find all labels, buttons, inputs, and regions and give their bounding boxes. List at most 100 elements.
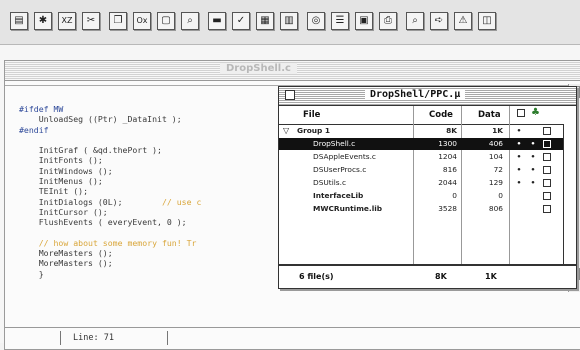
file-name: Group 1	[297, 126, 331, 135]
compile-button[interactable]: ▬	[208, 12, 226, 30]
file-name: DropShell.c	[313, 139, 356, 148]
code-line: #endif	[19, 124, 49, 135]
copy-button[interactable]: ❐	[109, 12, 127, 30]
warning-button[interactable]: ⚠	[454, 12, 472, 30]
editor-titlebar[interactable]: DropShell.c	[5, 61, 580, 81]
make-button[interactable]: ▦	[256, 12, 274, 30]
data-size: 0	[498, 191, 503, 200]
file-row[interactable]: DropShell.c 1300 406 • •	[279, 138, 563, 150]
file-name: DSAppleEvents.c	[313, 152, 376, 161]
debug-marker[interactable]: •	[515, 177, 523, 189]
disclosure-triangle-icon[interactable]: ▽	[283, 125, 289, 137]
file-name: DSUserProcs.c	[313, 165, 367, 174]
total-code: 8K	[435, 272, 447, 281]
header-file[interactable]: File	[303, 110, 320, 120]
code-line: TEInit ();	[19, 186, 89, 197]
debug-marker[interactable]: •	[515, 138, 523, 150]
project-titlebar[interactable]: DropShell/PPC.μ	[279, 87, 576, 106]
project-vertical-scrollbar[interactable]	[563, 124, 576, 264]
data-size: 806	[488, 204, 503, 213]
header-data[interactable]: Data	[478, 110, 501, 120]
target-marker[interactable]: •	[529, 177, 537, 189]
code-size: 816	[442, 165, 457, 174]
debug-marker[interactable]: •	[515, 164, 523, 176]
file-popup-icon[interactable]	[543, 140, 551, 148]
header-icon: ▣	[359, 15, 369, 26]
debug-button[interactable]: ✱	[34, 12, 52, 30]
save-button[interactable]: ▤	[10, 12, 28, 30]
header-code[interactable]: Code	[429, 110, 453, 120]
run-icon: ◎	[311, 15, 321, 26]
paste-button[interactable]: Ox	[133, 12, 151, 30]
target-checkbox-icon[interactable]	[517, 109, 525, 117]
code-size: 1300	[438, 139, 457, 148]
run-button[interactable]: ◎	[307, 12, 325, 30]
window-icon: ◫	[482, 15, 492, 26]
data-size: 104	[488, 152, 503, 161]
data-size: 129	[488, 178, 503, 187]
header-button[interactable]: ▣	[355, 12, 373, 30]
file-popup-icon[interactable]	[543, 166, 551, 174]
code-line: InitDialogs (0L); // use c	[19, 196, 202, 207]
file-count: 6 file(s)	[299, 272, 334, 281]
source-code[interactable]: #ifdef MW UnloadSeg ((Ptr) _DataInit ); …	[19, 104, 201, 279]
file-popup-icon[interactable]	[543, 127, 551, 135]
file-list-icon: ☰	[335, 15, 345, 26]
code-size: 0	[452, 191, 457, 200]
code-line: FlushEvents ( everyEvent, 0 );	[19, 217, 187, 228]
scissors-button[interactable]: ✂	[82, 12, 100, 30]
file-name: InterfaceLib	[313, 191, 364, 200]
code-size: 1204	[438, 152, 457, 161]
project-title: DropShell/PPC.μ	[365, 89, 466, 100]
print-button[interactable]: ⎙	[379, 12, 397, 30]
debug-marker[interactable]: •	[515, 125, 523, 137]
copy-icon: ❐	[113, 15, 123, 26]
debug-marker[interactable]: •	[515, 151, 523, 163]
file-row[interactable]: DSUserProcs.c 816 72 • •	[279, 164, 563, 176]
arrow-button[interactable]: ➪	[430, 12, 448, 30]
check-syntax-button[interactable]: ✓	[232, 12, 250, 30]
window-button[interactable]: ◫	[478, 12, 496, 30]
code-line: InitFonts ();	[19, 155, 103, 166]
file-row[interactable]: DSAppleEvents.c 1204 104 • •	[279, 151, 563, 163]
file-row[interactable]: InterfaceLib 0 0	[279, 190, 563, 202]
group-row[interactable]: ▽ Group 1 8K 1K •	[279, 125, 563, 137]
cut-icon: XZ	[61, 16, 73, 25]
bring-up-to-date-button[interactable]: ▥	[280, 12, 298, 30]
code-line: InitMenus ();	[19, 176, 103, 187]
target-marker[interactable]: •	[529, 164, 537, 176]
project-file-list: ▽ Group 1 8K 1K • DropShell.c 1300 406 • • DSApple…	[279, 125, 563, 265]
print-icon: ⎙	[384, 15, 392, 26]
file-row[interactable]: MWCRuntime.lib 3528 806	[279, 203, 563, 215]
target-marker[interactable]: •	[529, 151, 537, 163]
code-line: MoreMasters ();	[19, 258, 113, 269]
code-line: InitGraf ( &qd.thePort );	[19, 145, 162, 156]
file-popup-icon[interactable]	[543, 153, 551, 161]
data-size: 406	[488, 139, 503, 148]
scissors-icon: ✂	[86, 15, 96, 26]
close-box-icon[interactable]	[285, 90, 295, 100]
cut-button[interactable]: XZ	[58, 12, 76, 30]
file-row[interactable]: DSUtils.c 2044 129 • •	[279, 177, 563, 189]
bring-up-to-date-icon: ▥	[284, 15, 294, 26]
editor-status-bar: Line: 71	[5, 327, 580, 349]
search-button[interactable]: ⌕	[406, 12, 424, 30]
toolbar: ▤ ✱ XZ ✂ ❐ Ox ▢ ⌕ ▬ ✓ ▦ ▥ ◎ ☰ ▣ ⎙ ⌕ ➪ ⚠ ◫	[0, 0, 580, 45]
search-icon: ⌕	[412, 15, 418, 26]
find-button[interactable]: ⌕	[181, 12, 199, 30]
debug-bug-icon[interactable]: ♣	[531, 107, 540, 118]
save-icon: ▤	[14, 15, 24, 26]
warning-icon: ⚠	[458, 15, 468, 26]
file-popup-icon[interactable]	[543, 205, 551, 213]
code-line: InitWindows ();	[19, 165, 113, 176]
desktop: ▤ ✱ XZ ✂ ❐ Ox ▢ ⌕ ▬ ✓ ▦ ▥ ◎ ☰ ▣ ⎙ ⌕ ➪ ⚠ ◫ DropShell.c #ifde…	[0, 0, 580, 350]
clear-button[interactable]: ▢	[157, 12, 175, 30]
project-window[interactable]: DropShell/PPC.μ File Code Data ♣ ▽ Group …	[278, 86, 577, 289]
file-popup-icon[interactable]	[543, 179, 551, 187]
code-size: 2044	[438, 178, 457, 187]
data-size: 1K	[492, 126, 503, 135]
target-marker[interactable]: •	[529, 138, 537, 150]
file-list-button[interactable]: ☰	[331, 12, 349, 30]
file-popup-icon[interactable]	[543, 192, 551, 200]
check-syntax-icon: ✓	[236, 15, 246, 26]
